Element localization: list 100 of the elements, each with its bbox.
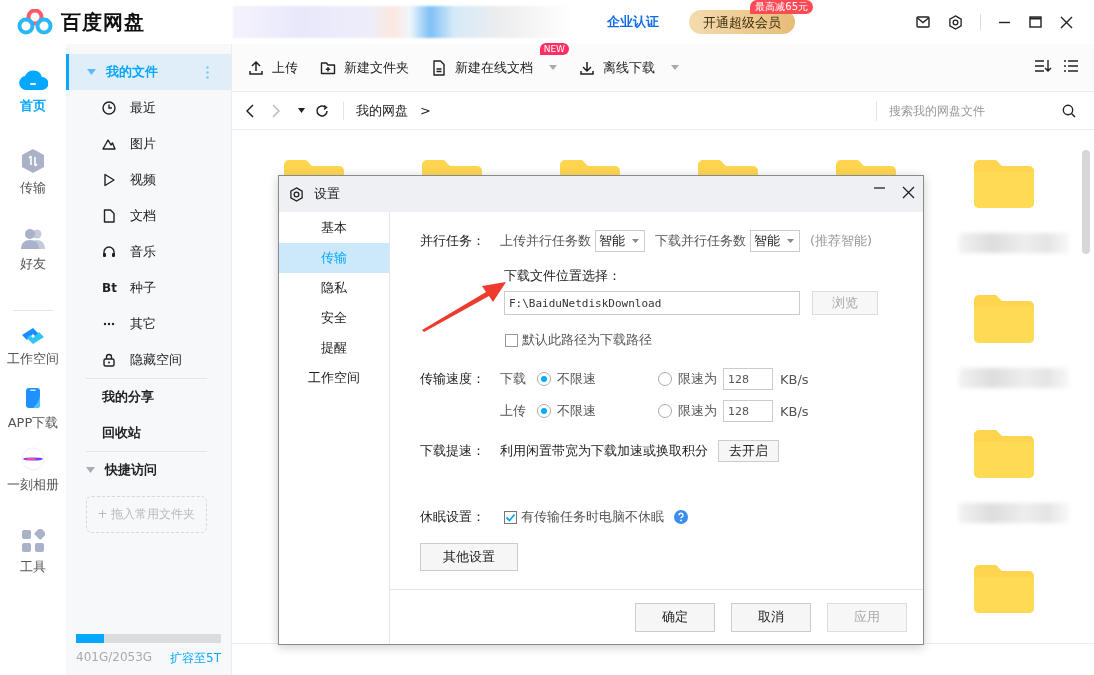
torrent-label: Bt [102,281,116,295]
download-tasks-label: 下载并行任务数 [655,232,746,250]
radio-label: 不限速 [557,370,597,388]
radio-label: 不限速 [557,402,597,420]
caret-icon[interactable] [298,108,305,113]
folder-icon [974,430,1034,478]
forward-icon[interactable] [272,103,280,118]
radio-label: 限速为 [678,402,717,420]
album-icon [21,447,45,471]
cloud-icon [18,68,48,92]
sidebar-item[interactable]: 图片 [130,135,156,153]
settings-tab[interactable]: 提醒 [279,333,389,363]
section-label: 休眠设置： [420,508,486,526]
nav-item[interactable]: 工具 [20,558,46,576]
checkbox-label: 有传输任务时电脑不休眠 [521,508,664,526]
sidebar-item[interactable]: 其它 [130,315,156,333]
app-title: 百度网盘 [61,8,145,36]
direction-label: 上传 [500,402,527,420]
friends-icon [20,228,46,250]
dialog-title: 设置 [314,185,340,203]
breadcrumb-link[interactable]: 我的网盘 [356,101,408,120]
nav-item[interactable]: APP下载 [7,414,59,432]
close-icon[interactable] [1060,15,1073,29]
phone-icon [25,387,41,409]
maximize-icon[interactable] [1029,16,1042,28]
nav-item[interactable]: 传输 [20,179,46,197]
folder-icon [974,565,1034,613]
breadcrumb-separator: > [420,103,431,118]
document-icon [431,59,447,76]
sidebar-item[interactable]: 种子 [130,279,156,297]
upload-tasks-label: 上传并行任务数 [500,232,591,250]
mountain-icon [102,137,116,151]
discount-badge: 最高减65元 [750,0,813,14]
mail-icon[interactable] [916,16,930,28]
section-label: 传输速度： [420,370,486,388]
sidebar-item[interactable]: 我的分享 [86,388,154,406]
settings-tab[interactable]: 安全 [279,303,389,333]
speed-field[interactable]: 128 [723,400,773,422]
direction-label: 下载 [500,370,527,388]
settings-tab[interactable]: 工作空间 [279,363,389,393]
sidebar-item[interactable]: 最近 [130,99,156,117]
radio-button[interactable] [537,404,551,418]
section-label: 并行任务： [420,232,486,250]
sidebar-item[interactable]: 视频 [130,171,156,189]
scrollbar[interactable] [1082,150,1090,254]
nav-item[interactable]: 工作空间 [7,350,59,368]
section-label: 下载提速： [420,442,486,460]
cloud-logo-icon [17,9,53,35]
lock-icon [102,353,116,367]
back-icon[interactable] [246,103,254,118]
radio-button[interactable] [658,372,672,386]
settings-tab[interactable]: 基本 [279,213,389,243]
help-icon[interactable] [674,510,688,524]
sidebar-item[interactable]: 隐藏空间 [130,351,182,369]
download-icon [579,59,595,76]
vip-button[interactable]: 开通超级会员 [689,10,795,34]
sidebar-item[interactable]: 回收站 [86,424,141,442]
checkbox-label: 默认此路径为下载路径 [522,331,652,349]
select-field[interactable]: 智能 [750,230,800,252]
location-label: 下载文件位置选择： [504,267,622,285]
storage-usage: 401G/2053G [76,650,153,666]
settings-tab[interactable]: 隐私 [279,273,389,303]
sidebar-item[interactable]: 快捷访问 [105,461,157,479]
headphones-icon [102,245,116,259]
refresh-icon[interactable] [315,103,329,118]
play-icon [102,173,116,187]
folder-icon [974,160,1034,208]
tools-icon [21,529,45,553]
sidebar-item[interactable]: 文档 [130,207,156,225]
radio-label: 限速为 [678,370,717,388]
nav-item[interactable]: 一刻相册 [7,476,59,494]
enterprise-link[interactable]: 企业认证 [607,13,659,31]
checkbox[interactable] [504,510,517,524]
settings-icon[interactable] [948,14,963,30]
workspace-logo-icon [20,327,46,345]
folder-plus-icon [320,59,336,76]
toolbar-button[interactable]: 上传 [248,58,298,77]
checkbox[interactable] [505,333,518,347]
unit-label: KB/s [780,403,809,419]
nav-item[interactable]: 好友 [20,255,46,273]
toolbar-button[interactable]: 离线下载 [579,58,679,77]
radio-button[interactable] [537,372,551,386]
hint-text: (推荐智能) [810,232,873,250]
transfer-icon [21,148,45,174]
radio-button[interactable] [658,404,672,418]
other-settings-button[interactable]: 其他设置 [420,543,518,571]
unit-label: KB/s [780,371,809,387]
dialog-button[interactable]: 取消 [731,602,811,632]
settings-icon [289,186,304,202]
document-icon [102,209,116,223]
search-icon[interactable] [1062,103,1076,118]
sidebar-item[interactable]: 音乐 [130,243,156,261]
toolbar-button[interactable]: 新建文件夹 [320,58,409,77]
folder-icon [974,295,1034,343]
enable-button[interactable]: 去开启 [718,440,779,462]
path-field[interactable]: F:\BaiduNetdiskDownload [504,291,800,315]
select-field[interactable]: 智能 [595,230,645,252]
speed-field[interactable]: 128 [723,368,773,390]
search-field[interactable]: 搜索我的网盘文件 [887,102,1062,119]
dialog-button[interactable]: 确定 [635,602,715,632]
